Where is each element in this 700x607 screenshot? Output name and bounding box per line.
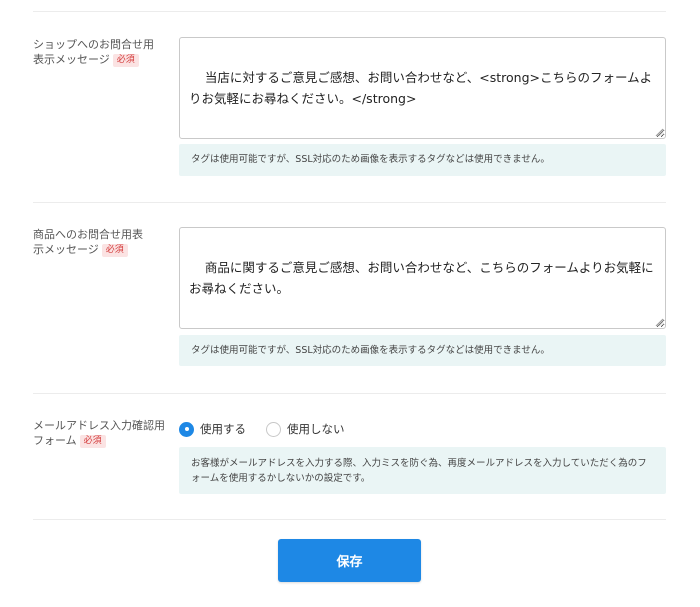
section-divider xyxy=(33,519,666,520)
required-badge: 必須 xyxy=(101,244,128,257)
product-inquiry-label: 商品へのお問合せ用表示メッセージ 必須 xyxy=(33,227,151,257)
required-badge: 必須 xyxy=(112,54,139,67)
product-inquiry-note: タグは使用可能ですが、SSL対応のため画像を表示するタグなどは使用できません。 xyxy=(179,335,666,366)
product-inquiry-section: 商品へのお問合せ用表示メッセージ 必須 商品に関するご意見ご感想、お問い合わせなど… xyxy=(33,227,666,367)
top-divider xyxy=(33,11,666,12)
shop-inquiry-note: タグは使用可能ですが、SSL対応のため画像を表示するタグなどは使用できません。 xyxy=(179,144,666,176)
email-confirm-radio-group: 使用する 使用しない xyxy=(179,421,365,437)
radio-use[interactable]: 使用する xyxy=(179,421,246,437)
product-inquiry-textarea-value: 商品に関するご意見ご感想、お問い合わせなど、こちらのフォームよりお気軽にお尋ねく… xyxy=(189,260,654,296)
radio-not-use-label: 使用しない xyxy=(287,422,345,436)
section-divider xyxy=(33,202,666,203)
section-divider xyxy=(33,393,666,394)
resize-grip-icon[interactable] xyxy=(654,317,664,327)
shop-inquiry-section: ショップへのお問合せ用表示メッセージ 必須 当店に対するご意見ご感想、お問い合わせ… xyxy=(33,37,666,177)
radio-checked-icon[interactable] xyxy=(179,421,194,437)
radio-use-label: 使用する xyxy=(200,422,246,436)
email-confirm-note: お客様がメールアドレスを入力する際、入力ミスを防ぐ為、再度メールアドレスを入力し… xyxy=(179,447,666,494)
radio-unchecked-icon[interactable] xyxy=(266,421,281,437)
product-inquiry-textarea[interactable]: 商品に関するご意見ご感想、お問い合わせなど、こちらのフォームよりお気軽にお尋ねく… xyxy=(179,227,666,329)
shop-inquiry-label: ショップへのお問合せ用表示メッセージ 必須 xyxy=(33,37,163,67)
email-confirm-section: メールアドレス入力確認用フォーム 必須 使用する 使用しない お客様がメールアドレ… xyxy=(33,418,666,496)
radio-not-use[interactable]: 使用しない xyxy=(266,421,345,437)
email-confirm-label: メールアドレス入力確認用フォーム 必須 xyxy=(33,418,173,448)
shop-inquiry-textarea-value: 当店に対するご意見ご感想、お問い合わせなど、<strong>こちらのフォームより… xyxy=(189,70,653,106)
required-badge: 必須 xyxy=(79,435,106,448)
shop-inquiry-textarea[interactable]: 当店に対するご意見ご感想、お問い合わせなど、<strong>こちらのフォームより… xyxy=(179,37,666,139)
save-button[interactable]: 保存 xyxy=(278,539,421,582)
resize-grip-icon[interactable] xyxy=(654,127,664,137)
